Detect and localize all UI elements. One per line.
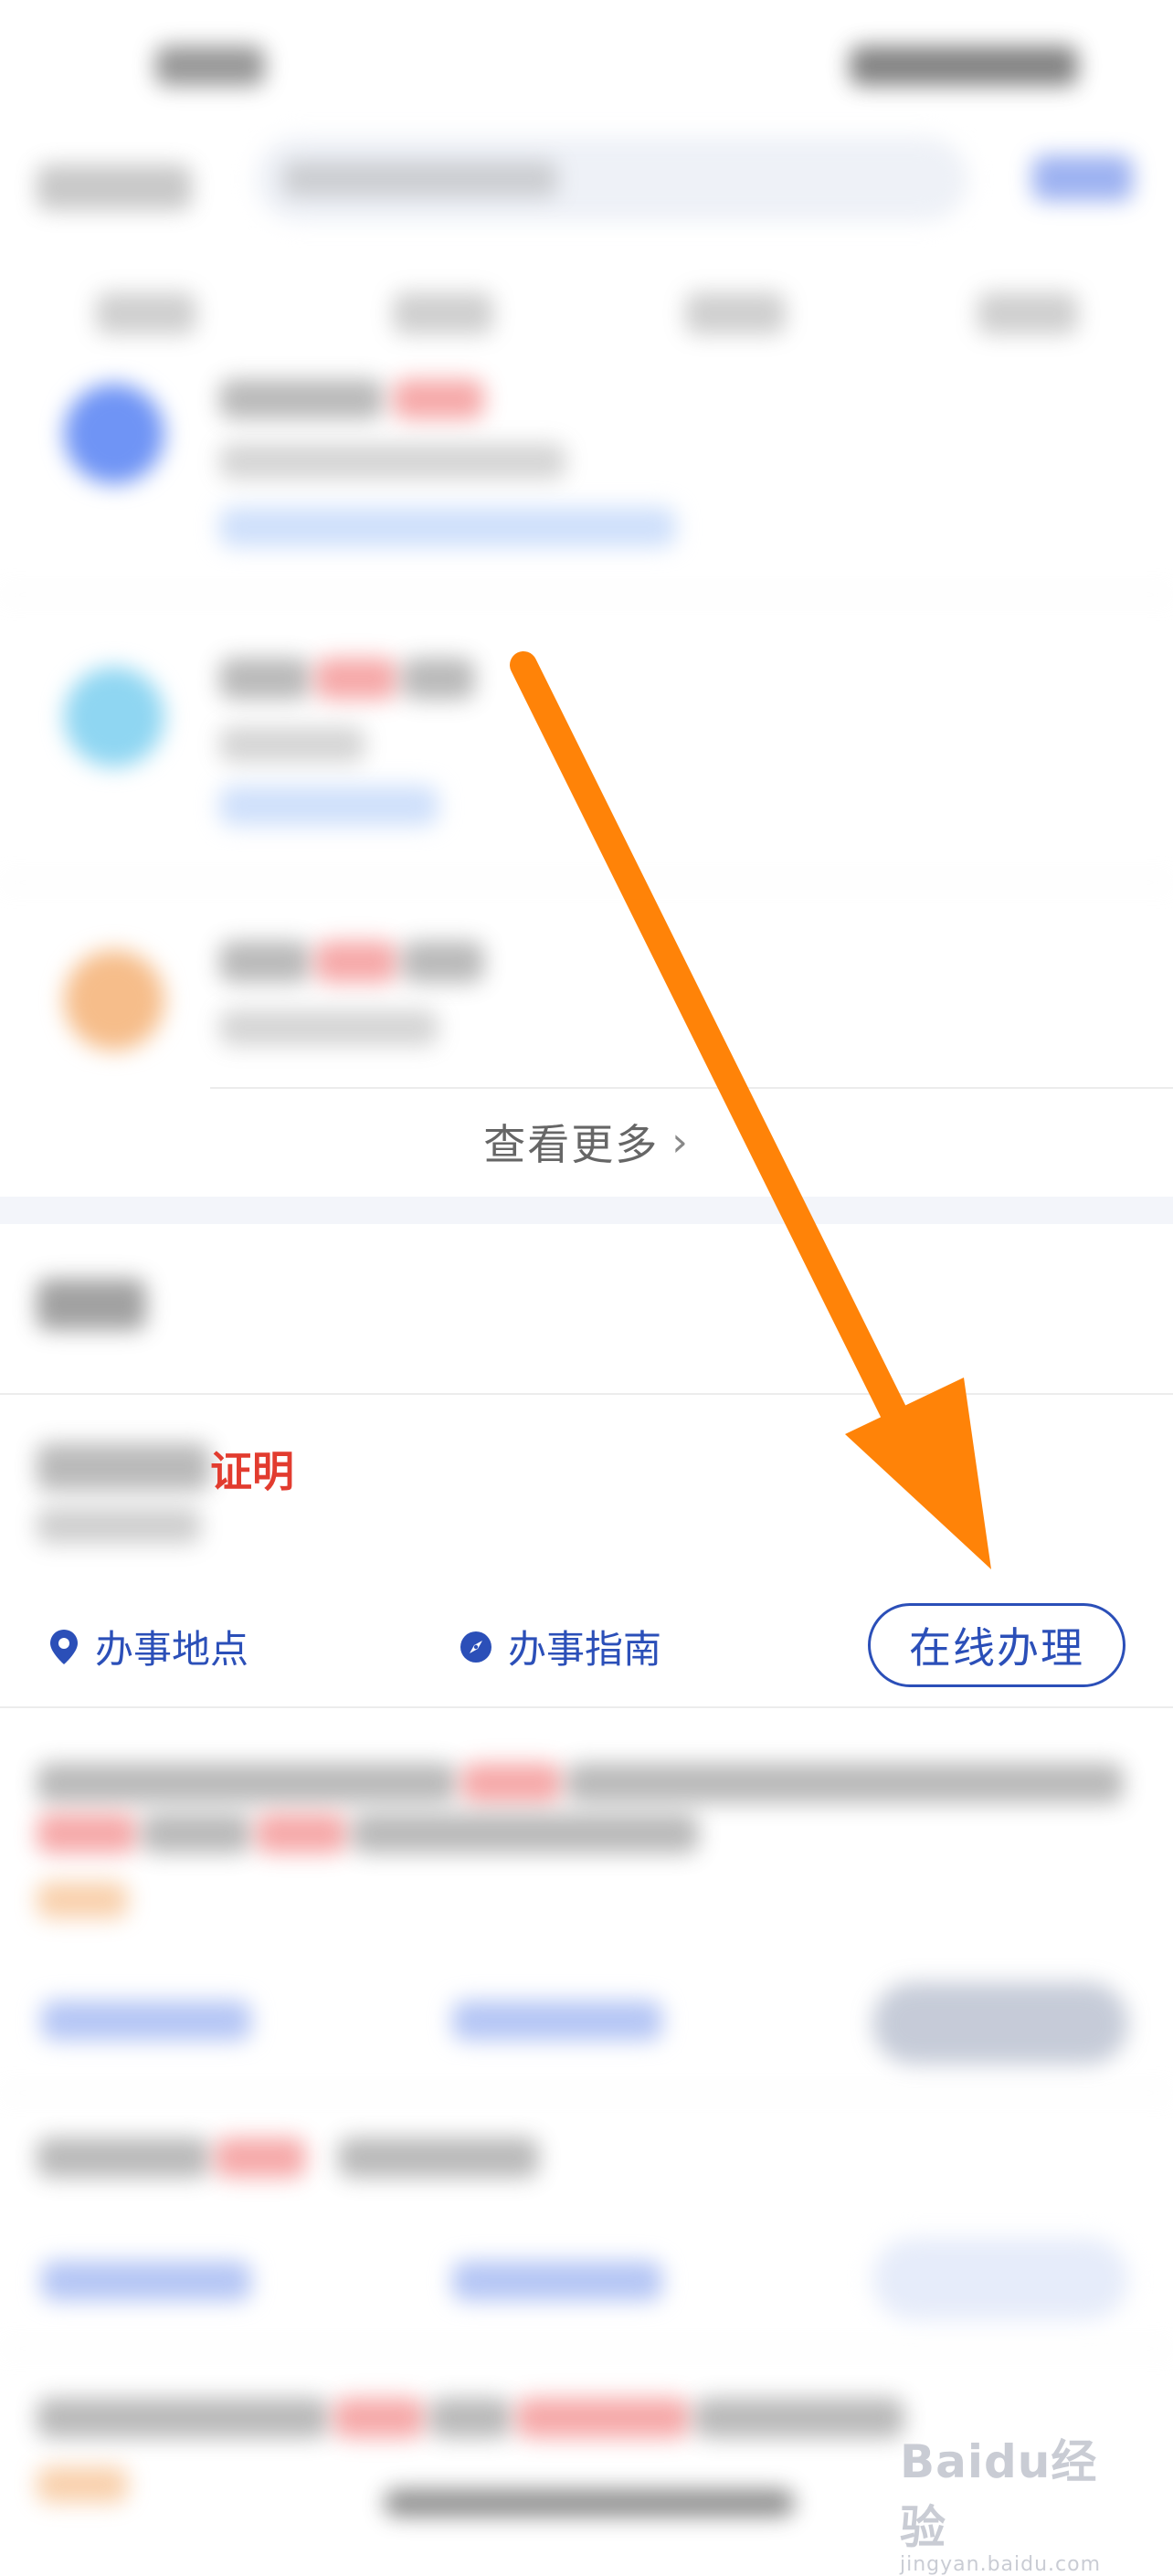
item-avatar <box>64 667 164 767</box>
guide-action[interactable]: 办事指南 <box>459 1619 661 1674</box>
watermark-url: jingyan.baidu.com <box>900 2553 1102 2576</box>
home-indicator <box>384 2489 795 2517</box>
search-input[interactable] <box>283 161 557 197</box>
tab-4[interactable] <box>978 292 1078 334</box>
guide-label: 办事指南 <box>508 1627 662 1672</box>
item-avatar <box>64 384 164 484</box>
tab-1[interactable] <box>96 292 196 334</box>
location-label: 办事地点 <box>95 1627 249 1672</box>
service-title: 证明 <box>210 1447 294 1496</box>
service-subtitle <box>37 1507 201 1544</box>
compass-icon <box>460 1631 491 1663</box>
item-avatar <box>64 950 164 1050</box>
section-title <box>37 1279 146 1330</box>
chevron-right-icon: › <box>671 1118 690 1166</box>
watermark-logo: Baidu经验 <box>900 2435 1098 2554</box>
status-bar-indicators <box>850 46 1078 86</box>
tab-3[interactable] <box>685 292 786 334</box>
service-title-prefix <box>37 1443 210 1491</box>
location-pin-icon <box>50 1629 78 1664</box>
online-apply-button[interactable]: 在线办理 <box>868 1603 1125 1687</box>
baidu-watermark: Baidu经验 jingyan.baidu.com <box>900 2425 1137 2576</box>
search-button[interactable] <box>1032 155 1133 201</box>
status-bar-time <box>155 46 265 86</box>
location-action[interactable]: 办事地点 <box>48 1619 248 1674</box>
tab-2[interactable] <box>393 292 493 334</box>
region-selector[interactable] <box>37 164 192 210</box>
view-more-label: 查看更多 <box>483 1120 660 1169</box>
view-more-link[interactable]: 查看更多 › <box>0 1087 1173 1197</box>
